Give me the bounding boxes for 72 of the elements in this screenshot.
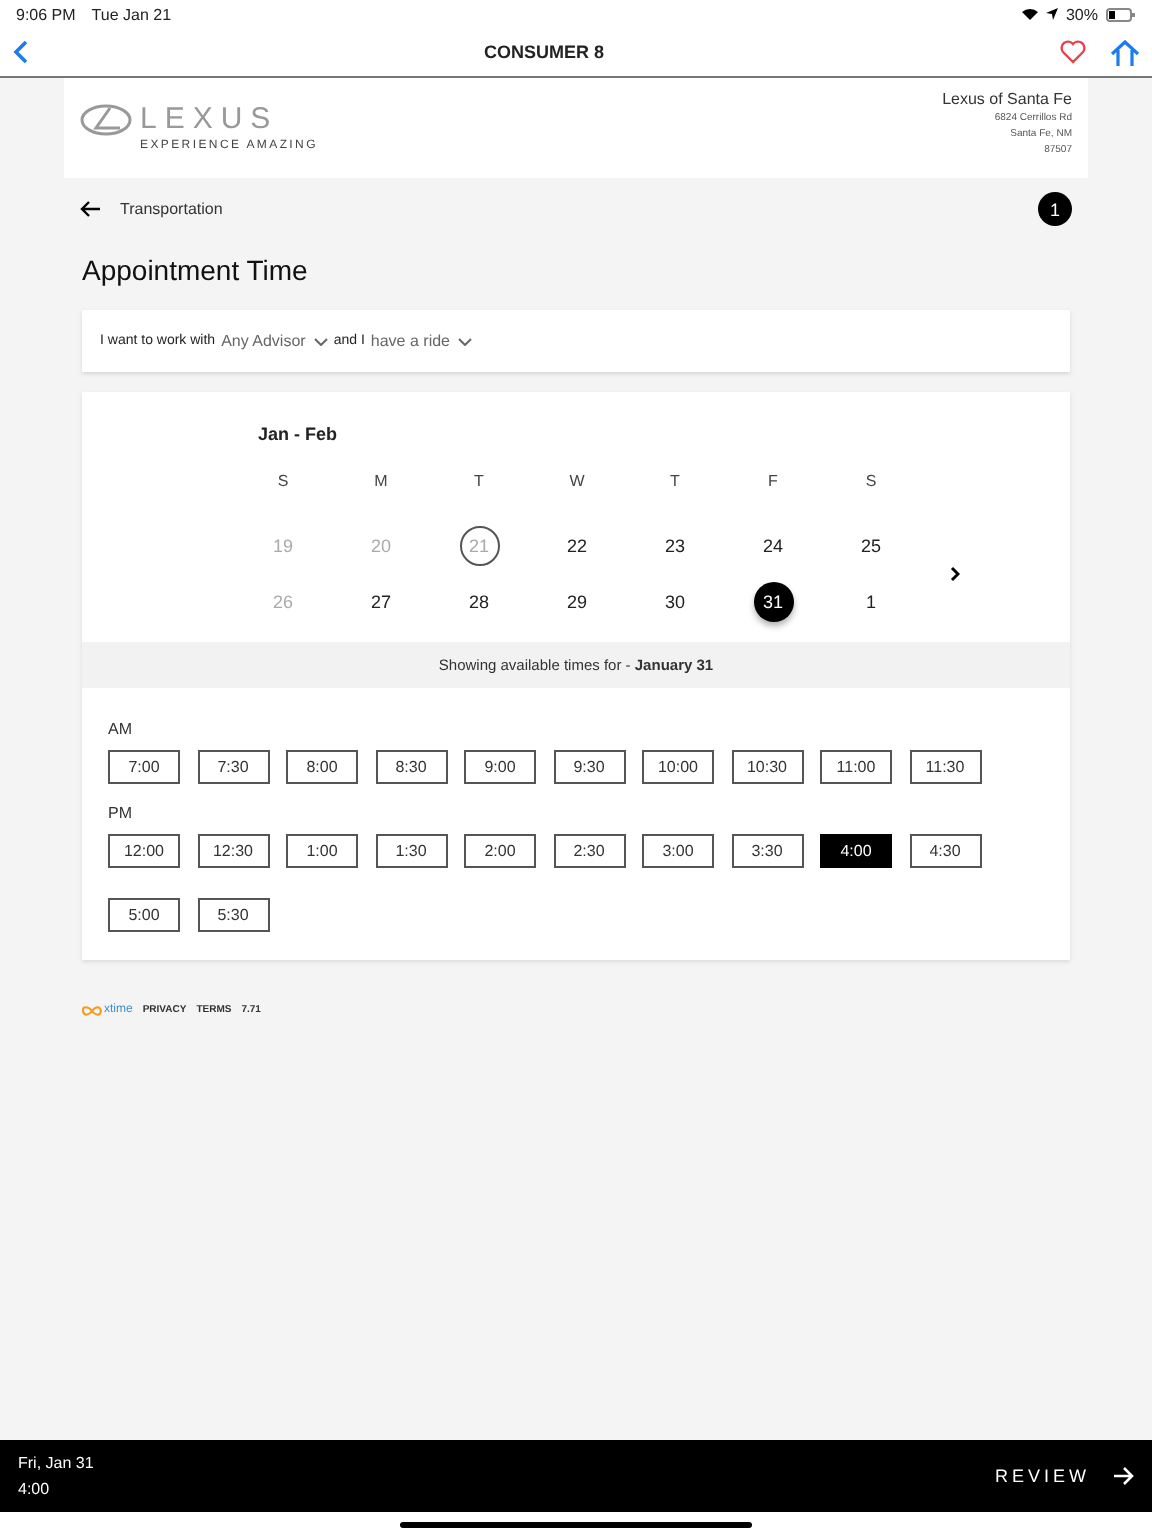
selected-date: Fri, Jan 31	[18, 1454, 94, 1472]
battery-icon	[1106, 7, 1136, 21]
step-label[interactable]: Transportation	[120, 200, 223, 218]
location-arrow-icon	[1045, 8, 1058, 20]
time-slot[interactable]: 2:30	[553, 834, 625, 868]
chevron-down-icon	[313, 337, 328, 345]
period-label: AM	[108, 720, 134, 738]
time-slot[interactable]: 2:00	[464, 834, 536, 868]
time-slot[interactable]: 9:30	[553, 750, 625, 784]
calendar-day[interactable]: 27	[361, 582, 401, 622]
advisor-dropdown[interactable]: Any Advisor	[221, 332, 328, 350]
weekday-label: T	[668, 472, 682, 490]
time-slot[interactable]: 4:30	[909, 834, 981, 868]
time-slot[interactable]: 10:00	[642, 750, 714, 784]
time-slot[interactable]: 12:00	[108, 834, 180, 868]
weekday-label: W	[567, 472, 587, 490]
wifi-icon	[1021, 8, 1038, 20]
time-slot[interactable]: 8:30	[375, 750, 447, 784]
calendar-day: 19	[263, 526, 303, 566]
time-slot[interactable]: 7:30	[197, 750, 269, 784]
time-slot[interactable]: 10:30	[731, 750, 803, 784]
calendar-day[interactable]: 30	[655, 582, 695, 622]
calendar-day[interactable]: 1	[851, 582, 891, 622]
time-slot[interactable]: 3:30	[731, 834, 803, 868]
dealer-name: Lexus of Santa Fe	[942, 90, 1072, 108]
weekday-label: F	[766, 472, 780, 490]
weekday-label: S	[275, 472, 291, 490]
calendar-day: 26	[263, 582, 303, 622]
status-date: Tue Jan 21	[91, 5, 172, 23]
time-slot[interactable]: 1:30	[375, 834, 447, 868]
calendar-day[interactable]: 22	[557, 526, 597, 566]
time-slot[interactable]: 8:00	[286, 750, 358, 784]
next-chevron-icon[interactable]	[950, 566, 960, 582]
selected-time: 4:00	[18, 1480, 52, 1498]
time-slot[interactable]: 7:00	[108, 750, 180, 784]
ride-dropdown[interactable]: have a ride	[370, 332, 472, 350]
calendar-day[interactable]: 25	[851, 526, 891, 566]
weekday-label: S	[863, 472, 879, 490]
month-range: Jan - Feb	[258, 424, 340, 444]
calendar-day[interactable]: 29	[557, 582, 597, 622]
time-slot[interactable]: 9:00	[464, 750, 536, 784]
status-time: 9:06 PM	[16, 5, 76, 23]
calendar-day[interactable]: 23	[655, 526, 695, 566]
time-slot[interactable]: 1:00	[286, 834, 358, 868]
weekday-label: T	[472, 472, 486, 490]
battery-percent: 30%	[1065, 5, 1098, 23]
time-slot[interactable]: 5:00	[108, 898, 180, 932]
home-icon[interactable]	[1109, 39, 1140, 65]
calendar-day[interactable]: 28	[459, 582, 499, 622]
time-slot[interactable]: 3:00	[642, 834, 714, 868]
back-arrow-icon[interactable]	[80, 200, 100, 218]
chevron-down-icon	[458, 337, 472, 345]
review-button[interactable]: REVIEW	[994, 1466, 1134, 1486]
calendar-day[interactable]: 31	[753, 582, 793, 622]
back-chevron-icon[interactable]	[12, 40, 28, 64]
calendar-day: 21	[459, 526, 499, 566]
time-slot[interactable]: 4:00	[820, 834, 892, 868]
period-label: PM	[108, 804, 134, 822]
time-slot[interactable]: 12:30	[197, 834, 269, 868]
nav-title: CONSUMER 8	[483, 42, 604, 62]
calendar-day: 20	[361, 526, 401, 566]
page-title: Appointment Time	[82, 254, 310, 286]
step-badge: 1	[1038, 192, 1072, 226]
time-slot[interactable]: 11:30	[909, 750, 981, 784]
time-slot[interactable]: 5:30	[197, 898, 269, 932]
time-slot[interactable]: 11:00	[820, 750, 892, 784]
calendar-day[interactable]: 24	[753, 526, 793, 566]
emblem-icon	[80, 103, 132, 135]
logo-wordmark: LEXUS	[140, 102, 279, 136]
arrow-right-icon	[1114, 1466, 1134, 1486]
heart-icon[interactable]	[1059, 40, 1086, 64]
weekday-label: M	[372, 472, 390, 490]
